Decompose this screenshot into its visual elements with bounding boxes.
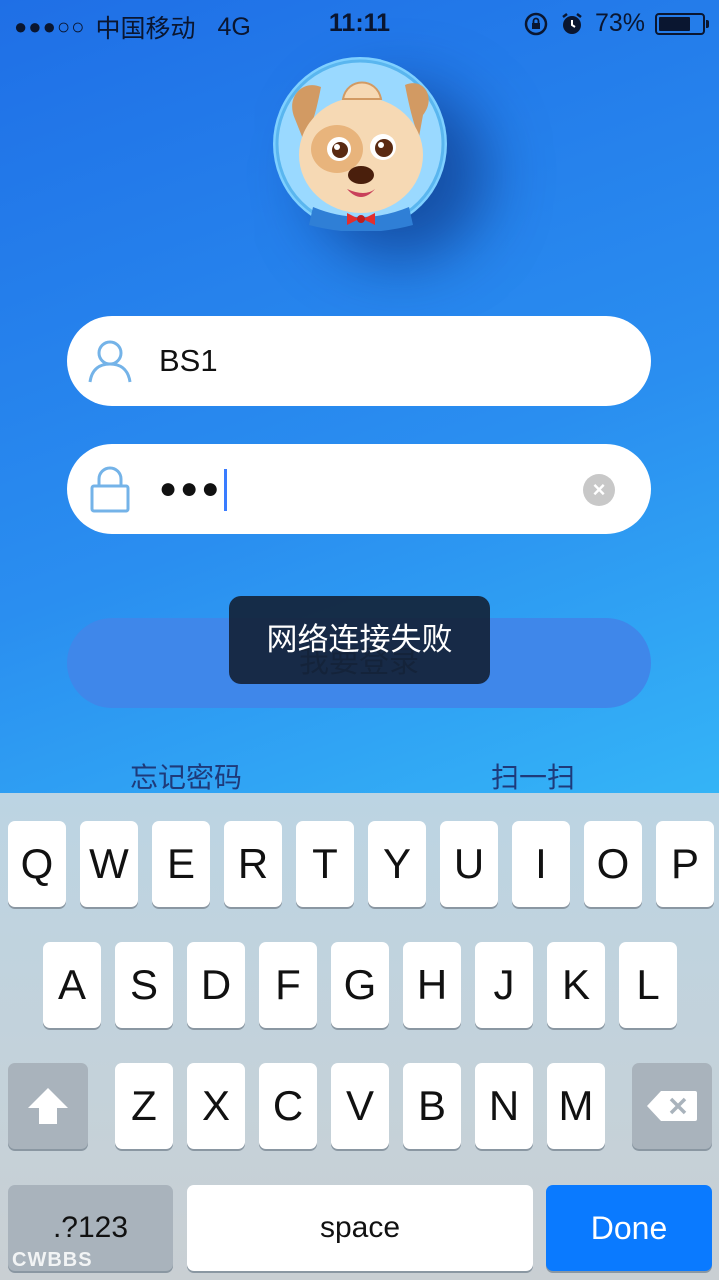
backspace-icon [647,1091,697,1121]
key-r[interactable]: R [224,821,282,907]
key-p[interactable]: P [656,821,714,907]
status-bar: ●●●○○ 中国移动 4G 11:11 73% [0,0,719,50]
keyboard: QWERTYUIOP ASDFGHJKL ZXCVBNM .?123 space… [0,793,719,1280]
shift-arrow-icon [28,1088,68,1124]
key-a[interactable]: A [43,942,101,1028]
key-v[interactable]: V [331,1063,389,1149]
rotation-lock-icon [524,12,548,35]
password-input[interactable]: ●●● [159,444,228,534]
text-caret [224,469,228,512]
key-b[interactable]: B [403,1063,461,1149]
key-x[interactable]: X [187,1063,245,1149]
forgot-password-link[interactable]: 忘记密码 [130,756,242,796]
password-field[interactable]: ●●● × [67,444,651,534]
key-n[interactable]: N [475,1063,533,1149]
username-input[interactable]: BS1 [159,316,218,406]
battery-level-fill [659,16,690,31]
key-k[interactable]: K [547,942,605,1028]
space-key[interactable]: space [187,1185,533,1271]
user-icon [88,340,132,383]
delete-key[interactable] [632,1063,712,1149]
key-h[interactable]: H [403,942,461,1028]
key-s[interactable]: S [115,942,173,1028]
key-y[interactable]: Y [368,821,426,907]
key-u[interactable]: U [440,821,498,907]
key-j[interactable]: J [475,942,533,1028]
alarm-icon [562,12,582,34]
key-m[interactable]: M [547,1063,605,1149]
battery-percent: 73% [594,9,645,37]
lock-icon [90,466,130,513]
key-t[interactable]: T [296,821,354,907]
key-f[interactable]: F [259,942,317,1028]
watermark: CWBBS [12,1249,93,1271]
password-mask: ●●● [159,472,223,505]
battery-icon [655,12,709,35]
key-o[interactable]: O [584,821,642,907]
cartoon-dog-avatar-icon [275,59,445,231]
done-key[interactable]: Done [546,1185,712,1271]
avatar[interactable] [273,57,447,231]
scan-link[interactable]: 扫一扫 [491,756,575,796]
key-e[interactable]: E [152,821,210,907]
username-field[interactable]: BS1 [67,316,651,406]
key-g[interactable]: G [331,942,389,1028]
clear-icon[interactable]: × [583,474,615,506]
key-q[interactable]: Q [8,821,66,907]
status-right: 73% [523,9,709,38]
key-d[interactable]: D [187,942,245,1028]
key-c[interactable]: C [259,1063,317,1149]
error-toast: 网络连接失败 [229,596,490,684]
key-z[interactable]: Z [115,1063,173,1149]
key-w[interactable]: W [80,821,138,907]
key-l[interactable]: L [619,942,677,1028]
shift-key[interactable] [8,1063,88,1149]
key-i[interactable]: I [512,821,570,907]
